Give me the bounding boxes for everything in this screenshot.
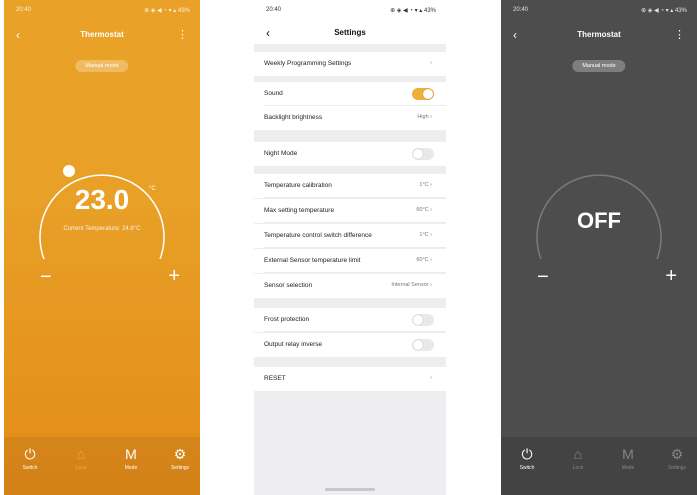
tab-label: Settings	[170, 465, 190, 471]
tab-label: Lock	[75, 465, 87, 471]
bottom-tab-bar: ⏻ Switch ⌂ Lock M Mode ⚙ Settings	[501, 437, 697, 495]
dial-handle[interactable]	[63, 165, 75, 177]
mode-icon: M	[622, 446, 634, 462]
row-label: Output relay inverse	[264, 341, 323, 348]
row-reset[interactable]: RESET ›	[254, 367, 446, 391]
backlight-value: High	[417, 114, 429, 120]
row-label: Weekly Programming Settings	[264, 60, 352, 67]
increase-button[interactable]: +	[168, 265, 180, 288]
row-temp-calibration[interactable]: Temperature calibration 1°C ›	[254, 174, 446, 198]
row-value: 60°C ›	[416, 257, 432, 263]
tab-label: Switch	[22, 465, 38, 471]
home-indicator	[325, 488, 375, 491]
row-label: Temperature calibration	[264, 182, 332, 189]
row-label: Frost protection	[264, 316, 310, 323]
row-value: 1°C ›	[419, 182, 432, 188]
tab-lock[interactable]: ⌂ Lock	[558, 445, 598, 471]
tab-label: Mode	[621, 465, 635, 471]
increase-button[interactable]: +	[665, 265, 677, 288]
decrease-button[interactable]: −	[40, 266, 52, 289]
tab-label: Settings	[667, 465, 687, 471]
calibration-value: 1°C	[419, 182, 429, 188]
difference-value: 1°C	[419, 232, 429, 238]
page-title: Settings	[334, 28, 366, 37]
sensor-limit-value: 60°C	[416, 257, 429, 263]
mode-icon: M	[125, 446, 137, 462]
row-value: Internal Sensor ›	[391, 282, 432, 288]
settings-screen: 20:40 ⊕ ◈ ◀ ◔ ▾ ▴ 43% ‹ Settings Weekly …	[254, 0, 446, 495]
row-label: Night Mode	[264, 150, 298, 157]
row-sound: Sound	[254, 82, 446, 106]
night-mode-toggle[interactable]	[412, 148, 434, 160]
status-time: 20:40	[266, 7, 282, 13]
gear-icon: ⚙	[670, 446, 684, 462]
row-backlight[interactable]: Backlight brightness High ›	[254, 106, 446, 130]
status-icons: ⊕ ◈ ◀ ◔ ▾ ▴ 43%	[390, 8, 436, 14]
decrease-button[interactable]: −	[537, 266, 549, 289]
gear-icon: ⚙	[173, 446, 187, 462]
row-max-temp[interactable]: Max setting temperature 60°C ›	[254, 199, 446, 223]
row-label: Max setting temperature	[264, 207, 335, 214]
row-value: 60°C ›	[416, 207, 432, 213]
row-external-sensor-limit[interactable]: External Sensor temperature limit 60°C ›	[254, 249, 446, 273]
tab-settings[interactable]: ⚙ Settings	[160, 445, 200, 471]
current-temperature: Current Temperature: 24.8°C	[63, 226, 141, 232]
chevron-right-icon: ›	[430, 375, 432, 381]
row-value: High ›	[417, 114, 432, 120]
max-temp-value: 60°C	[416, 207, 429, 213]
status-bar: 20:40 ⊕ ◈ ◀ ◔ ▾ ▴ 43%	[254, 7, 446, 19]
top-bar: ‹ Settings	[254, 24, 446, 44]
row-output-relay: Output relay inverse	[254, 333, 446, 357]
tab-label: Mode	[124, 465, 138, 471]
row-label: Backlight brightness	[264, 114, 323, 121]
sound-toggle[interactable]	[412, 88, 434, 100]
row-label: Temperature control switch difference	[264, 232, 372, 239]
tab-label: Lock	[572, 465, 584, 471]
power-state: OFF	[577, 208, 621, 233]
tab-label: Switch	[519, 465, 535, 471]
tab-switch[interactable]: ⏻ Switch	[10, 445, 50, 471]
row-label: External Sensor temperature limit	[264, 257, 361, 264]
tab-mode[interactable]: M Mode	[111, 445, 151, 471]
row-night-mode: Night Mode	[254, 142, 446, 166]
bottom-tab-bar: ⏻ Switch ⌂ Lock M Mode ⚙ Settings	[4, 437, 200, 495]
chevron-right-icon: ›	[430, 60, 432, 66]
tab-settings[interactable]: ⚙ Settings	[657, 445, 697, 471]
sensor-selection-value: Internal Sensor	[391, 282, 429, 288]
tab-lock[interactable]: ⌂ Lock	[61, 445, 101, 471]
power-icon: ⏻	[521, 446, 533, 462]
row-weekly-programming[interactable]: Weekly Programming Settings ›	[254, 52, 446, 76]
tab-mode[interactable]: M Mode	[608, 445, 648, 471]
power-icon: ⏻	[24, 446, 36, 462]
row-frost-protection: Frost protection	[254, 308, 446, 332]
row-switch-difference[interactable]: Temperature control switch difference 1°…	[254, 224, 446, 248]
frost-protection-toggle[interactable]	[412, 314, 434, 326]
lock-icon: ⌂	[76, 446, 86, 462]
row-label: Sound	[264, 90, 283, 97]
row-sensor-selection[interactable]: Sensor selection Internal Sensor ›	[254, 274, 446, 298]
set-temperature: 23.0	[74, 184, 130, 215]
row-label: RESET	[264, 375, 286, 382]
thermostat-screen-on: 20:40 ⊕ ◈ ◀ ◔ ▾ ▴ 43% ‹ Thermostat ⋮ Man…	[4, 0, 200, 495]
row-label: Sensor selection	[264, 282, 313, 289]
lock-icon: ⌂	[573, 446, 583, 462]
thermostat-screen-off: 20:40 ⊕ ◈ ◀ ◔ ▾ ▴ 43% ‹ Thermostat ⋮ Man…	[501, 0, 697, 495]
row-value: 1°C ›	[419, 232, 432, 238]
temperature-unit: °C	[149, 186, 156, 192]
tab-switch[interactable]: ⏻ Switch	[507, 445, 547, 471]
output-relay-toggle[interactable]	[412, 339, 434, 351]
